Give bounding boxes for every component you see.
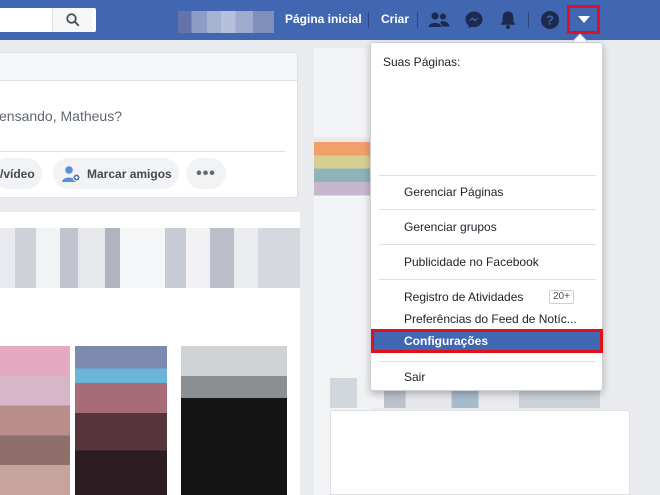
tag-friends-label: Marcar amigos <box>87 166 172 181</box>
friend-requests-button[interactable] <box>427 8 451 32</box>
search-button[interactable] <box>52 8 92 32</box>
search-icon <box>65 13 80 27</box>
menu-item-feed-preferences[interactable]: Preferências do Feed de Notíc... <box>404 312 577 326</box>
menu-divider <box>379 244 596 245</box>
profile-link[interactable] <box>178 11 274 33</box>
account-menu-button[interactable] <box>567 5 600 34</box>
nav-divider <box>528 12 529 28</box>
tag-friends-icon <box>62 165 81 182</box>
friends-icon <box>428 12 450 27</box>
menu-item-manage-groups[interactable]: Gerenciar grupos <box>404 220 497 234</box>
divider <box>0 151 285 152</box>
your-pages-heading: Suas Páginas: <box>383 55 461 69</box>
top-navigation-bar: Página inicial Criar ? <box>0 0 660 40</box>
feed-header-blur <box>0 228 300 288</box>
more-options-icon: ••• <box>196 164 216 182</box>
menu-divider <box>379 209 596 210</box>
menu-divider <box>379 361 596 362</box>
menu-divider <box>379 175 596 176</box>
menu-item-activity-log[interactable]: Registro de Atividades <box>404 290 523 304</box>
home-link[interactable]: Página inicial <box>285 12 362 26</box>
composer-input[interactable]: ensando, Matheus? <box>0 108 122 124</box>
menu-item-logout[interactable]: Sair <box>404 370 425 384</box>
photo-video-button[interactable]: /vídeo <box>0 158 42 189</box>
menu-item-advertising[interactable]: Publicidade no Facebook <box>404 255 539 269</box>
menu-divider <box>379 279 596 280</box>
messenger-button[interactable] <box>462 8 486 32</box>
notifications-button[interactable] <box>496 8 520 32</box>
feed-photo-1 <box>0 346 70 495</box>
help-button[interactable]: ? <box>538 8 562 32</box>
svg-text:?: ? <box>546 13 554 28</box>
menu-item-settings[interactable]: Configurações <box>371 329 603 353</box>
composer-header <box>0 53 297 81</box>
feed-photo-3 <box>181 346 287 495</box>
nav-divider <box>417 12 418 28</box>
notifications-icon <box>500 11 516 29</box>
search-input[interactable] <box>0 8 96 32</box>
menu-item-settings-label: Configurações <box>404 334 489 348</box>
help-icon: ? <box>541 11 559 29</box>
right-column-card <box>330 410 630 495</box>
nav-divider <box>368 12 369 28</box>
account-dropdown-menu: Suas Páginas: Gerenciar Páginas Gerencia… <box>370 42 603 391</box>
menu-item-manage-pages[interactable]: Gerenciar Páginas <box>404 185 503 199</box>
photo-video-label: /vídeo <box>0 166 35 181</box>
activity-log-count-badge: 20+ <box>549 290 574 304</box>
messenger-icon <box>465 11 483 29</box>
dropdown-caret-icon <box>577 16 590 23</box>
tag-friends-button[interactable]: Marcar amigos <box>53 158 179 189</box>
more-options-button[interactable]: ••• <box>186 158 226 189</box>
create-link[interactable]: Criar <box>381 12 409 26</box>
feed-photo-2 <box>75 346 167 495</box>
